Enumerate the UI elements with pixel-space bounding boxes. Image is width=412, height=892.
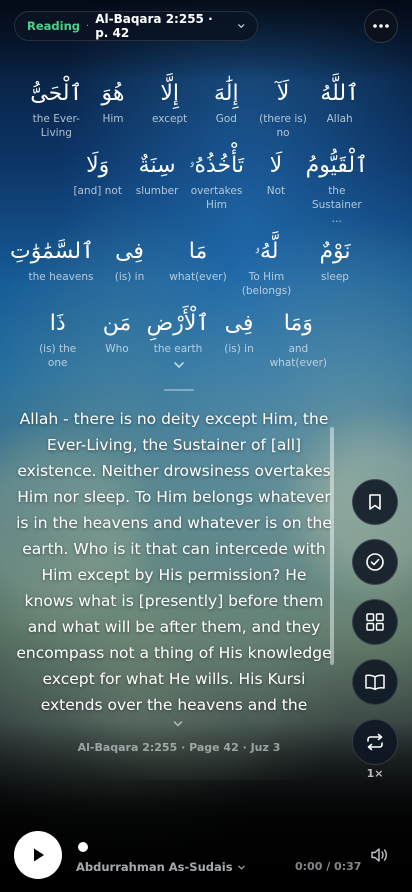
word-item[interactable]: فِى (is) in <box>97 236 163 298</box>
separator-dot: · <box>86 20 90 32</box>
word-gloss: overtakes Him <box>190 185 243 211</box>
word-item[interactable]: ذَا (is) the one <box>28 308 87 370</box>
check-circle-icon <box>366 553 384 571</box>
word-gloss: the heavens <box>28 271 94 283</box>
word-gloss: and what(ever) <box>269 343 328 369</box>
word-arabic: نَوْمٌ <box>319 239 351 264</box>
word-item[interactable]: ٱلسَّمَٰوَٰتِ the heavens <box>9 236 94 298</box>
word-item[interactable]: مَا what(ever) <box>165 236 231 298</box>
word-item[interactable]: ٱلْحَىُّ the Ever-Living <box>28 78 85 140</box>
word-item[interactable]: ٱللَّهُ Allah <box>311 78 368 140</box>
word-item[interactable]: هُوَ Him <box>85 78 142 140</box>
play-button[interactable] <box>14 831 62 879</box>
mark-read-button[interactable] <box>352 539 398 585</box>
word-arabic: ٱلْحَىُّ <box>30 81 83 106</box>
word-gloss: sleep <box>321 271 349 283</box>
word-item[interactable]: نَوْمٌ sleep <box>302 236 368 298</box>
word-gloss: (there is) no <box>259 113 307 139</box>
translation-scrollbar[interactable] <box>330 427 334 665</box>
word-gloss: except <box>151 113 188 125</box>
word-arabic: مَا <box>188 239 208 264</box>
word-item[interactable]: وَمَا and what(ever) <box>269 308 328 370</box>
word-item[interactable]: تَأْخُذُهُۥ overtakes Him <box>187 150 246 226</box>
word-by-word-grid: ٱللَّهُ Allah لَآ (there is) no إِلَٰهَ God… <box>9 78 368 380</box>
word-item[interactable]: سِنَةٌ slumber <box>127 150 186 226</box>
word-arabic: مَن <box>102 311 132 336</box>
word-arabic: ذَا <box>49 311 66 336</box>
word-item[interactable]: إِلَٰهَ God <box>198 78 255 140</box>
reciter-selector[interactable]: Abdurrahman As-Sudais <box>76 860 246 874</box>
word-arabic: ٱلْقَيُّومُ <box>305 153 368 178</box>
word-gloss: (is) in <box>114 271 145 283</box>
word-gloss: slumber <box>135 185 179 197</box>
word-gloss: Him <box>102 113 124 125</box>
progress-slider-thumb[interactable] <box>78 842 88 852</box>
grid-view-button[interactable] <box>352 599 398 645</box>
word-item[interactable]: مَن Who <box>87 308 146 370</box>
chevron-down-icon <box>237 24 244 29</box>
verse-meta: Al-Baqara 2:255 · Page 42 · Juz 3 <box>77 741 281 754</box>
word-gloss: (is) the one <box>39 343 77 369</box>
more-options-button[interactable] <box>364 9 398 43</box>
word-item[interactable]: إِلَّا except <box>141 78 198 140</box>
word-arabic: لَّهُۥ <box>254 239 279 264</box>
word-gloss: the Sustainer … <box>311 185 362 225</box>
playback-speed[interactable]: 1× <box>352 767 398 780</box>
word-arabic: هُوَ <box>101 81 125 106</box>
bookmark-icon <box>369 494 381 510</box>
word-arabic: لَآ <box>276 81 290 106</box>
word-arabic: تَأْخُذُهُۥ <box>189 153 245 178</box>
surah-selector[interactable]: Reading · Al-Baqara 2:255 · p. 42 <box>14 11 258 41</box>
word-gloss: what(ever) <box>169 271 227 283</box>
chevron-down-icon[interactable] <box>172 718 184 730</box>
word-item[interactable]: لَا Not <box>246 150 305 226</box>
word-arabic: وَلَا <box>86 153 110 178</box>
more-dots-icon <box>373 24 389 28</box>
word-gloss: the Ever-Living <box>32 113 80 139</box>
word-row: وَمَا and what(ever) فِى (is) in ٱلْأَرْضِ… <box>28 308 368 370</box>
playback-time: 0:00 / 0:37 <box>295 860 362 873</box>
word-row: نَوْمٌ sleep لَّهُۥ To Him (belongs) مَا wh… <box>9 236 368 298</box>
word-arabic: ٱللَّهُ <box>320 81 359 106</box>
word-item[interactable]: ٱلْقَيُّومُ the Sustainer … <box>306 150 368 226</box>
repeat-button[interactable] <box>352 719 398 765</box>
word-item[interactable]: لَآ (there is) no <box>255 78 312 140</box>
word-gloss: God <box>215 113 237 125</box>
word-row: ٱلْقَيُّومُ the Sustainer … لَا Not تَأْخُ… <box>28 150 368 226</box>
drag-handle[interactable] <box>164 389 194 391</box>
word-gloss: Allah <box>326 113 353 125</box>
word-arabic: سِنَةٌ <box>138 153 176 178</box>
word-arabic: ٱلسَّمَٰوَٰتِ <box>9 239 94 264</box>
expand-words-chevron-icon[interactable] <box>172 358 186 372</box>
word-arabic: إِلَٰهَ <box>214 81 239 106</box>
reciter-name: Abdurrahman As-Sudais <box>76 860 233 874</box>
word-arabic: فِى <box>115 239 144 264</box>
word-gloss: Not <box>266 185 286 197</box>
reading-mode-label: Reading <box>27 19 81 33</box>
volume-icon[interactable] <box>370 847 388 863</box>
word-arabic: لَا <box>269 153 283 178</box>
word-item[interactable]: وَلَا [and] not <box>68 150 127 226</box>
word-item[interactable]: لَّهُۥ To Him (belongs) <box>234 236 300 298</box>
bookmark-button[interactable] <box>352 479 398 525</box>
word-gloss: (is) in <box>224 343 254 355</box>
word-gloss: Who <box>105 343 129 355</box>
word-gloss: the earth <box>153 343 203 355</box>
word-arabic: إِلَّا <box>160 81 179 106</box>
word-arabic: وَمَا <box>283 311 313 336</box>
translation-text: Allah - there is no deity except Him, th… <box>16 410 332 714</box>
grid-icon <box>366 613 384 631</box>
tafsir-button[interactable] <box>352 659 398 705</box>
word-gloss: To Him (belongs) <box>241 271 292 297</box>
word-item[interactable]: فِى (is) in <box>209 308 268 370</box>
play-icon <box>34 848 44 862</box>
word-gloss: [and] not <box>73 185 122 197</box>
chevron-down-icon <box>237 865 245 870</box>
repeat-icon <box>367 733 383 751</box>
word-arabic: فِى <box>224 311 254 336</box>
verse-reference: Al-Baqara 2:255 · p. 42 <box>95 12 213 40</box>
word-row: ٱللَّهُ Allah لَآ (there is) no إِلَٰهَ God… <box>28 78 368 140</box>
book-open-icon <box>365 674 385 691</box>
word-arabic: ٱلْأَرْضِ <box>146 311 210 336</box>
